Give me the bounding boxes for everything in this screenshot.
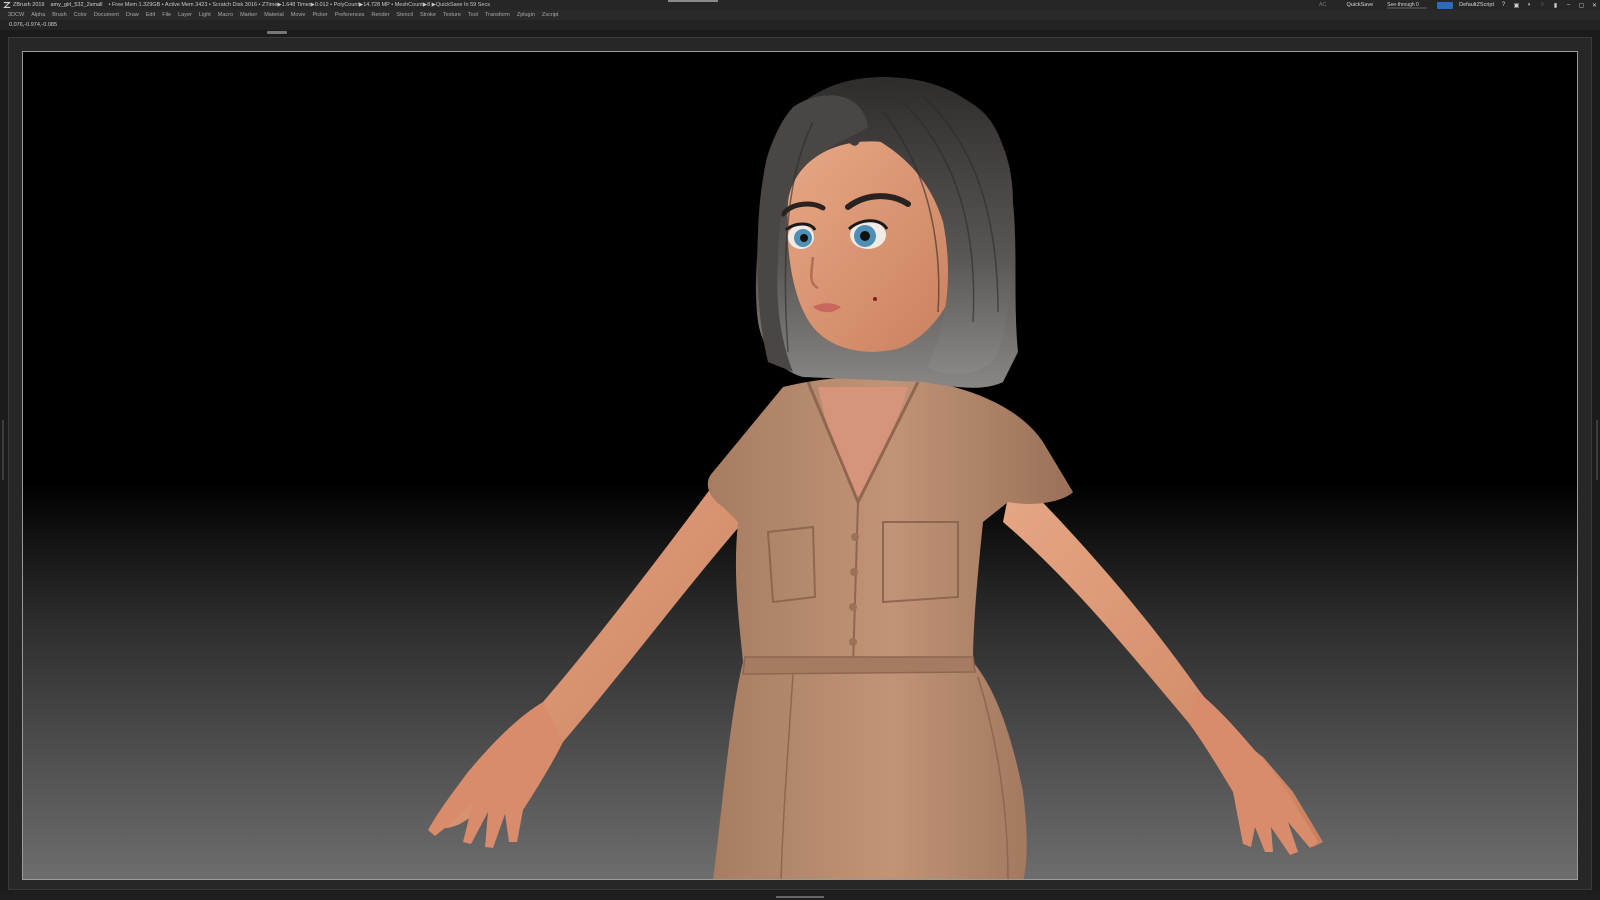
menu-item-file[interactable]: File (162, 12, 171, 18)
sculpted-model (428, 77, 1323, 879)
dress-button (849, 603, 857, 611)
menu-item-preferences[interactable]: Preferences (335, 12, 365, 18)
default-zscript-button[interactable]: DefaultZScript (1459, 2, 1494, 8)
menu-item-material[interactable]: Material (264, 12, 284, 18)
menu-item-movie[interactable]: Movie (291, 12, 306, 18)
bottom-tray-handle[interactable] (776, 896, 824, 898)
status-stats: • Free Mem 1.329GB • Active Mem 3423 • S… (108, 2, 490, 8)
menu-item-zplugin[interactable]: Zplugin (517, 12, 535, 18)
menu-item-light[interactable]: Light (199, 12, 211, 18)
info-bar: 0.076,-0.974,-0.085 (0, 20, 1600, 30)
menu-item-alpha[interactable]: Alpha (31, 12, 45, 18)
left-tray-handle[interactable] (2, 420, 4, 480)
see-through-slider[interactable]: See-through 0 (1387, 2, 1428, 9)
zbrush-logo-icon (3, 2, 11, 8)
title-bar: ZBrush 2019 amy_girl_532_2small • Free M… (0, 0, 1600, 10)
menu-item-stencil[interactable]: Stencil (396, 12, 413, 18)
dress-button (851, 533, 859, 541)
dress-button (850, 568, 858, 576)
menu-item-tool[interactable]: Tool (468, 12, 478, 18)
menu-bar: 3DCW Alpha Brush Color Document Draw Edi… (0, 10, 1600, 20)
theme-icon[interactable]: ◐ (1526, 2, 1533, 9)
menu-item-stroke[interactable]: Stroke (420, 12, 436, 18)
titlebar-right-controls: AC QuickSave See-through 0 DefaultZScrip… (1319, 0, 1598, 10)
left-pupil (800, 234, 808, 242)
file-name: amy_girl_532_2small (50, 2, 103, 8)
quicksave-button[interactable]: QuickSave (1347, 2, 1374, 8)
waistband (742, 656, 976, 675)
menus-toggle-button[interactable] (1437, 1, 1454, 9)
sculpt-canvas[interactable] (22, 51, 1578, 880)
menu-item-picker[interactable]: Picker (312, 12, 327, 18)
menu-item-color[interactable]: Color (74, 12, 87, 18)
menu-item-draw[interactable]: Draw (126, 12, 139, 18)
menu-item-edit[interactable]: Edit (146, 12, 155, 18)
menu-item-macro[interactable]: Macro (218, 12, 233, 18)
right-pupil (860, 231, 870, 241)
dress-button (849, 638, 857, 646)
layout-icon[interactable]: ▣ (1513, 2, 1520, 9)
ac-label[interactable]: AC (1319, 2, 1327, 8)
see-through-track (1387, 7, 1428, 9)
menu-item-3dcw[interactable]: 3DCW (8, 12, 24, 18)
menu-item-transform[interactable]: Transform (485, 12, 510, 18)
cursor-coordinates: 0.076,-0.974,-0.085 (9, 22, 58, 28)
right-hand (1188, 692, 1318, 855)
right-tray-handle[interactable] (1596, 420, 1598, 480)
menu-item-layer[interactable]: Layer (178, 12, 192, 18)
menu-item-texture[interactable]: Texture (443, 12, 461, 18)
menu-item-document[interactable]: Document (94, 12, 119, 18)
menu-item-zscript[interactable]: Zscript (542, 12, 559, 18)
maximize-icon[interactable]: ▢ (1578, 2, 1585, 9)
close-icon[interactable]: ✕ (1591, 2, 1598, 9)
help-icon[interactable]: ? (1500, 2, 1507, 9)
app-name: ZBrush 2019 (13, 2, 45, 8)
dress (707, 376, 1073, 879)
mole (873, 297, 877, 301)
transparency-icon[interactable]: ◌ (1539, 2, 1546, 9)
menu-item-render[interactable]: Render (371, 12, 389, 18)
lock-icon[interactable]: ▮ (1552, 2, 1559, 9)
active-tab-indicator (668, 0, 718, 2)
menu-item-brush[interactable]: Brush (52, 12, 66, 18)
menu-item-marker[interactable]: Marker (240, 12, 257, 18)
minimize-icon[interactable]: – (1565, 2, 1572, 9)
top-shelf-handle[interactable] (267, 31, 287, 34)
